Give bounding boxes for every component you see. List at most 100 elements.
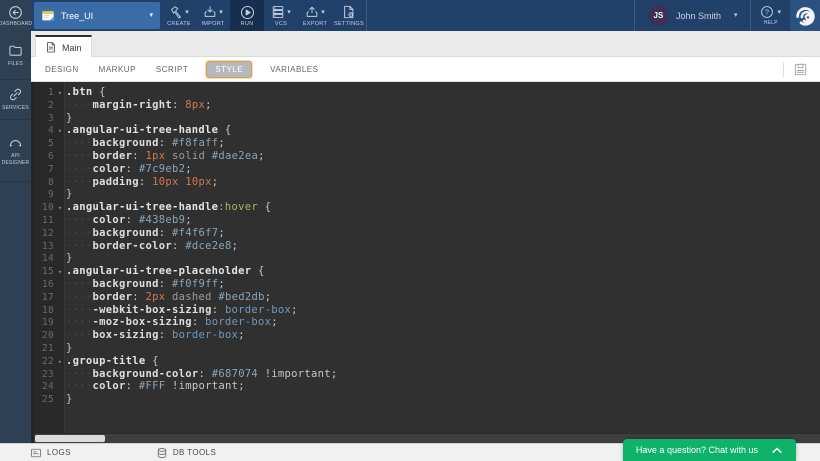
code-line[interactable]: 25} [34, 393, 820, 406]
wave-logo-icon [795, 5, 816, 26]
code-text: ····box-sizing: border-box; [66, 329, 245, 341]
settings-icon [342, 5, 356, 19]
subtab-markup[interactable]: MARKUP [97, 61, 138, 78]
chevron-down-icon: ▾ [149, 12, 153, 19]
chevron-down-icon: ▾ [185, 9, 189, 16]
code-line[interactable]: 6····border: 1px solid #dae2ea; [34, 150, 820, 163]
scrollbar-thumb[interactable] [35, 435, 105, 442]
code-text: ····-moz-box-sizing: border-box; [66, 316, 278, 328]
code-line[interactable]: 2 ····margin-right: 8px; [34, 99, 820, 112]
menu-item-export[interactable]: ▾EXPORT [298, 0, 332, 31]
code-line[interactable]: 14} [34, 252, 820, 265]
line-number: 7 [34, 164, 54, 177]
subtab-design[interactable]: DESIGN [43, 61, 81, 78]
project-selector[interactable]: Tree_UI ▾ [34, 2, 160, 29]
code-text: } [66, 112, 73, 124]
code-line[interactable]: 23····background-color: #687074 !importa… [34, 368, 820, 381]
tab-main[interactable]: Main [35, 35, 92, 58]
user-menu[interactable]: JS John Smith ▾ [635, 5, 751, 26]
help-menu[interactable]: ? ▾ HELP [751, 5, 790, 26]
code-text: .btn { [66, 86, 106, 98]
code-line[interactable]: 3} [34, 112, 820, 125]
line-number: 2 [34, 100, 54, 113]
line-number: 22 [34, 356, 54, 369]
main-menu: ▾ CREATE ▾IMPORT RUN ▾VCS▾EXPORTSETTINGS [162, 0, 366, 31]
divider [783, 62, 784, 77]
brand-logo[interactable] [790, 0, 820, 31]
code-line[interactable]: 9} [34, 188, 820, 201]
help-label: HELP [764, 20, 778, 26]
code-line[interactable]: 8····padding: 10px 10px; [34, 176, 820, 189]
editor-mode-tabs: DESIGN MARKUP SCRIPT STYLE VARIABLES [43, 61, 320, 78]
code-line[interactable]: 22▾.group-title { [34, 355, 820, 368]
line-number: 17 [34, 292, 54, 305]
fold-arrow-icon[interactable]: ▾ [54, 87, 66, 100]
menu-item-settings[interactable]: SETTINGS [332, 0, 366, 31]
code-text: } [66, 393, 73, 405]
code-text: ····border: 1px solid #dae2ea; [66, 150, 265, 162]
code-text: ····background: #f0f9ff; [66, 278, 225, 290]
subtab-script[interactable]: SCRIPT [154, 61, 190, 78]
sidebar-item-services[interactable]: SERVICES [0, 80, 31, 120]
chevron-down-icon: ▾ [734, 12, 738, 19]
chat-button[interactable]: Have a question? Chat with us [623, 439, 796, 461]
statusbar-item-label: DB TOOLS [173, 448, 216, 457]
arc-icon [8, 135, 23, 150]
code-text: ····margin-right: 8px; [66, 99, 212, 111]
menu-item-label: CREATE [167, 21, 191, 27]
dashboard-icon [8, 5, 23, 20]
code-line[interactable]: 11····color: #438eb9; [34, 214, 820, 227]
sidebar-item-files[interactable]: FILES [0, 31, 31, 80]
logs-icon [30, 447, 42, 459]
statusbar-item-label: LOGS [47, 448, 71, 457]
page-icon [45, 41, 57, 54]
code-line[interactable]: 17 ····border: 2px dashed #bed2db; [34, 291, 820, 304]
code-text: ····border-color: #dce2e8; [66, 240, 238, 252]
code-line[interactable]: 10▾.angular-ui-tree-handle:hover { [34, 201, 820, 214]
menu-item-run[interactable]: RUN [230, 0, 264, 31]
help-icon: ? [760, 5, 774, 19]
menu-item-vcs[interactable]: ▾VCS [264, 0, 298, 31]
code-text: ····color: #7c9eb2; [66, 163, 192, 175]
code-line[interactable]: 7 ····color: #7c9eb2; [34, 163, 820, 176]
tab-label: Main [62, 43, 82, 53]
code-text: ····background: #f8faff; [66, 137, 225, 149]
vcs-icon: ▾ [271, 5, 291, 19]
subtab-variables[interactable]: VARIABLES [268, 61, 320, 78]
sidebar-item-api-designer[interactable]: API DESIGNER [0, 120, 31, 182]
code-line[interactable]: 15▾.angular-ui-tree-placeholder { [34, 265, 820, 278]
statusbar-item-logs[interactable]: LOGS [30, 447, 71, 459]
code-text: ····color: #FFF !important; [66, 380, 245, 392]
navbar-right: JS John Smith ▾ ? ▾ HELP [634, 0, 820, 31]
code-line[interactable]: 13····border-color: #dce2e8; [34, 240, 820, 253]
code-line[interactable]: 18····-webkit-box-sizing: border-box; [34, 304, 820, 317]
code-line[interactable]: 21} [34, 342, 820, 355]
menu-item-label: RUN [241, 21, 254, 27]
project-name: Tree_UI [61, 11, 93, 21]
code-line[interactable]: 16 ····background: #f0f9ff; [34, 278, 820, 291]
code-line[interactable]: 19····-moz-box-sizing: border-box; [34, 316, 820, 329]
fold-arrow-icon[interactable]: ▾ [54, 356, 66, 369]
code-line[interactable]: 24····color: #FFF !important; [34, 380, 820, 393]
dashboard-button[interactable]: DASHBOARD [0, 0, 31, 31]
code-line[interactable]: 12····background: #f4f6f7; [34, 227, 820, 240]
menu-item-create[interactable]: ▾ CREATE [162, 0, 196, 31]
code-line[interactable]: 20····box-sizing: border-box; [34, 329, 820, 342]
code-text: ····border: 2px dashed #bed2db; [66, 291, 271, 303]
dashboard-label: DASHBOARD [0, 21, 32, 27]
export-icon: ▾ [305, 5, 325, 19]
code-text: ····-webkit-box-sizing: border-box; [66, 304, 298, 316]
code-line[interactable]: 5····background: #f8faff; [34, 137, 820, 150]
code-line[interactable]: 1▾.btn { [34, 86, 820, 99]
code-editor[interactable]: 1▾.btn {2 ····margin-right: 8px;3}4▾.angu… [31, 82, 820, 443]
statusbar-item-db-tools[interactable]: DB TOOLS [156, 447, 216, 459]
line-number: 16 [34, 279, 54, 292]
subtab-style[interactable]: STYLE [206, 61, 252, 78]
save-icon[interactable] [793, 62, 808, 77]
chevron-up-icon [771, 446, 783, 455]
menu-item-import[interactable]: ▾IMPORT [196, 0, 230, 31]
code-line[interactable]: 4▾.angular-ui-tree-handle { [34, 124, 820, 137]
divider [366, 0, 367, 31]
link-icon [8, 87, 23, 102]
code-text: .angular-ui-tree-handle:hover { [66, 201, 271, 213]
